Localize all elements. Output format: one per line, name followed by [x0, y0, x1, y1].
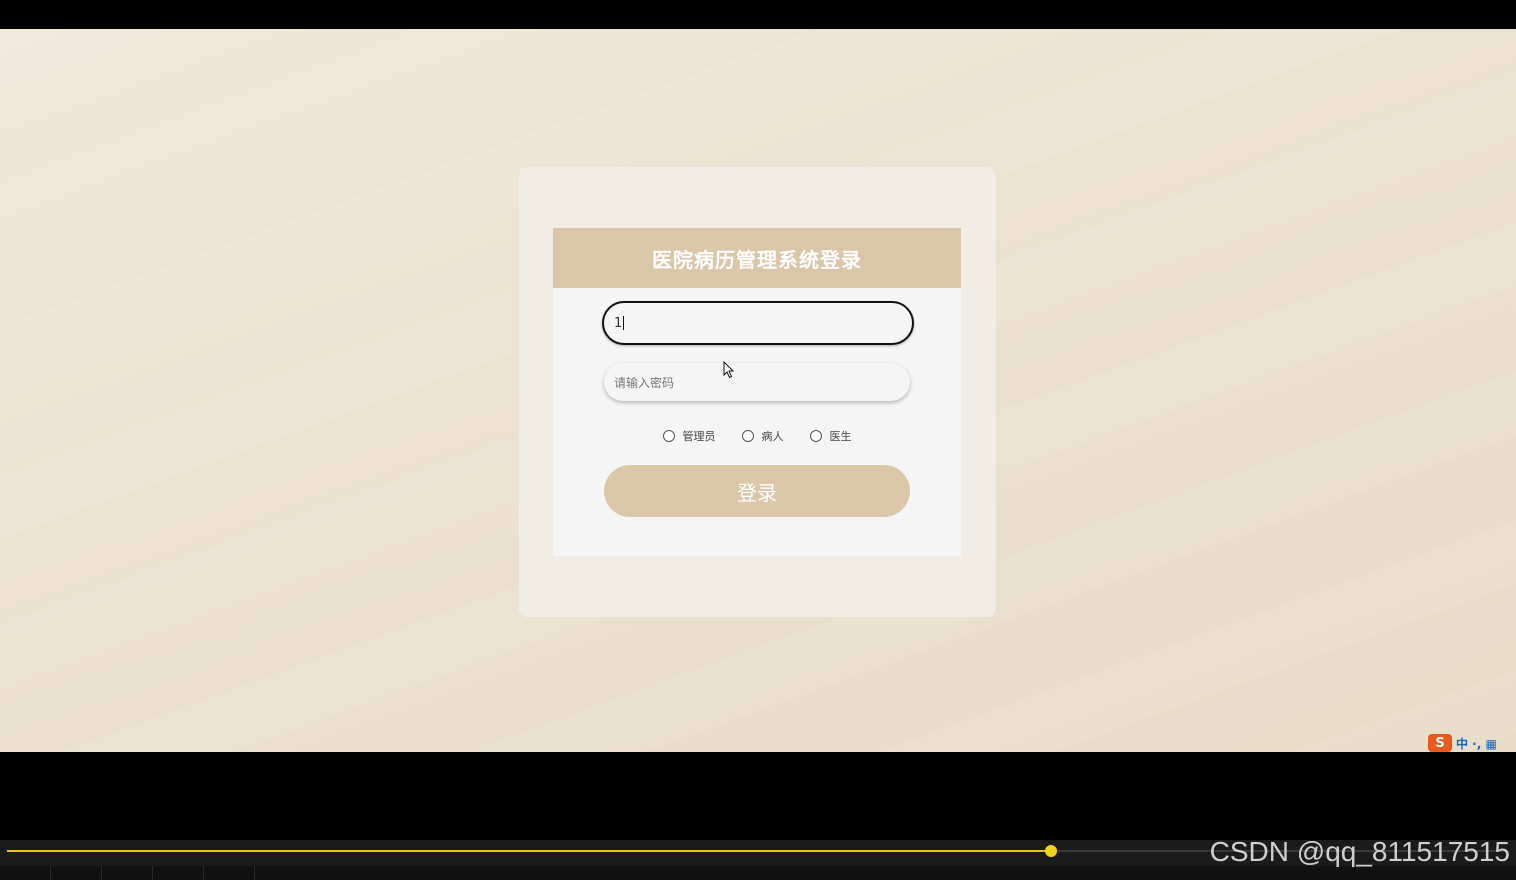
- browser-viewport: 医院病历管理系统登录 1 请输入密码 管理员 病人 医生 登录 S 中 ·, ▦: [0, 29, 1516, 752]
- role-label-admin: 管理员: [682, 430, 716, 443]
- control-button[interactable]: [51, 866, 102, 880]
- role-option-patient[interactable]: 病人: [741, 428, 784, 444]
- username-value: 1: [614, 315, 623, 331]
- role-label-patient: 病人: [761, 430, 784, 443]
- control-button[interactable]: [102, 866, 153, 880]
- sogou-logo-icon: S: [1428, 734, 1452, 752]
- password-placeholder: 请输入密码: [614, 375, 675, 390]
- role-option-admin[interactable]: 管理员: [662, 428, 716, 444]
- username-input[interactable]: 1: [602, 301, 914, 345]
- progress-knob[interactable]: [1045, 845, 1057, 857]
- role-radio-group: 管理员 病人 医生: [553, 428, 961, 444]
- control-button[interactable]: [153, 866, 204, 880]
- progress-fill: [7, 850, 1051, 852]
- mouse-cursor-icon: [723, 361, 735, 379]
- login-form: 医院病历管理系统登录 1 请输入密码 管理员 病人 医生 登录: [553, 228, 961, 556]
- password-input[interactable]: 请输入密码: [604, 363, 910, 401]
- player-controls: [0, 866, 1516, 880]
- csdn-watermark: CSDN @qq_811517515: [1209, 836, 1510, 867]
- radio-patient[interactable]: [741, 430, 754, 442]
- login-button[interactable]: 登录: [604, 465, 910, 517]
- role-label-doctor: 医生: [829, 430, 852, 443]
- text-caret: [623, 316, 625, 330]
- control-button[interactable]: [204, 866, 255, 880]
- radio-admin[interactable]: [662, 430, 675, 442]
- ime-toolbar[interactable]: S 中 ·, ▦: [1428, 734, 1514, 752]
- top-black-bar: [0, 0, 1516, 29]
- login-outer-card: 医院病历管理系统登录 1 请输入密码 管理员 病人 医生 登录: [519, 167, 996, 617]
- login-header: 医院病历管理系统登录: [553, 228, 961, 288]
- page-title: 医院病历管理系统登录: [652, 247, 862, 272]
- control-button[interactable]: [0, 866, 51, 880]
- role-option-doctor[interactable]: 医生: [809, 428, 852, 444]
- radio-doctor[interactable]: [809, 430, 822, 442]
- ime-status: 中 ·, ▦: [1456, 736, 1497, 751]
